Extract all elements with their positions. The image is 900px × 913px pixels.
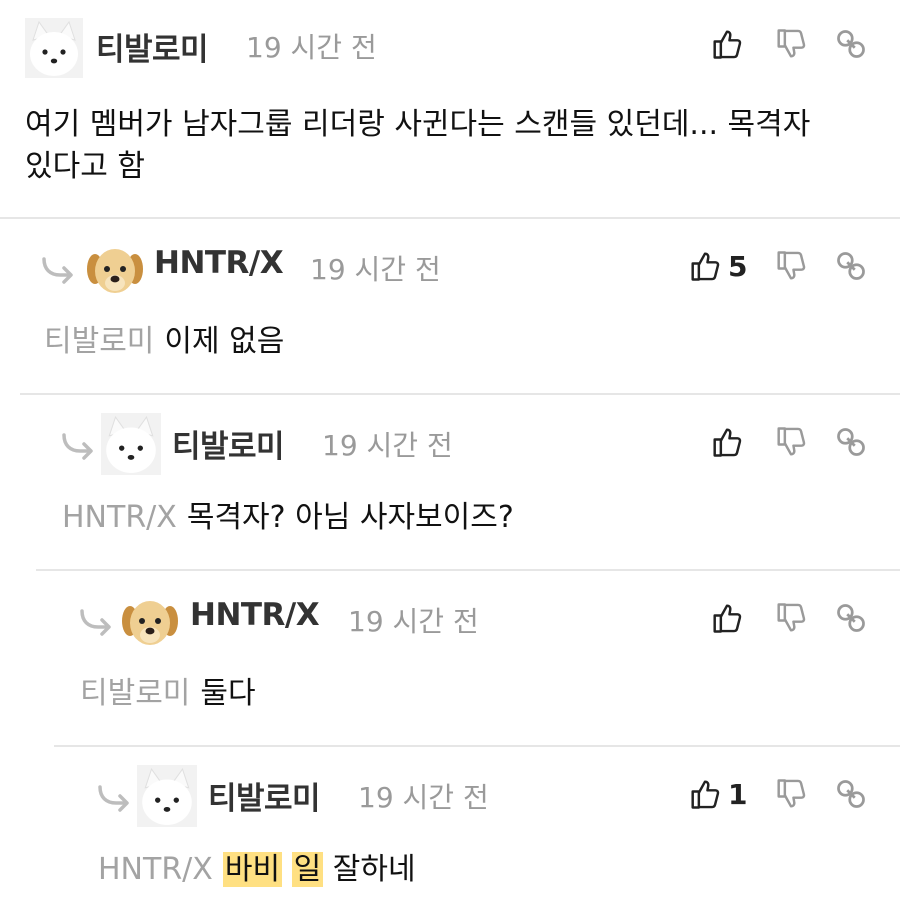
thumbs-down-icon	[777, 427, 806, 456]
comment-text: HNTR/X 바비 일 잘하네	[98, 852, 416, 887]
mention[interactable]: 티발로미	[44, 324, 154, 359]
fox-avatar[interactable]	[25, 18, 83, 78]
reply-arrow-icon	[98, 785, 129, 812]
link-icon	[837, 428, 865, 456]
timestamp: 19 시간 전	[358, 781, 489, 814]
username[interactable]: 티발로미	[96, 24, 209, 69]
comment-actions: 1	[690, 774, 885, 814]
comment-actions	[700, 422, 880, 462]
username[interactable]: HNTR/X	[190, 597, 320, 633]
thumbs-down-icon	[777, 603, 806, 632]
like-button[interactable]	[712, 422, 750, 462]
reply-arrow-icon	[80, 609, 111, 636]
link-button[interactable]	[836, 24, 866, 64]
comment-actions	[700, 24, 880, 64]
timestamp: 19 시간 전	[348, 605, 479, 638]
timestamp: 19 시간 전	[322, 429, 453, 462]
thumbs-up-icon	[713, 428, 742, 457]
username[interactable]: 티발로미	[172, 421, 285, 466]
reply-comment: 티발로미 19 시간 전 HNTR/X 목격자? 아님 사자보이즈?	[0, 395, 900, 569]
username[interactable]: HNTR/X	[154, 245, 284, 281]
link-icon	[837, 604, 865, 632]
mention[interactable]: 티발로미	[80, 676, 190, 711]
like-button[interactable]	[712, 24, 750, 64]
comment: 티발로미 19 시간 전 여기 멤버가 남자그룹 리더랑 사귄다는 스캔들 있던…	[0, 0, 900, 218]
link-button[interactable]	[836, 598, 866, 638]
like-button[interactable]: 5	[690, 246, 747, 286]
timestamp: 19 시간 전	[310, 253, 441, 286]
link-icon	[837, 30, 865, 58]
link-button[interactable]	[836, 246, 866, 286]
thumbs-down-icon	[777, 29, 806, 58]
highlighted-text: 일	[291, 852, 324, 887]
highlighted-text: 바비	[222, 852, 283, 887]
reply-arrow-icon	[62, 433, 93, 460]
thumbs-down-icon	[777, 779, 806, 808]
link-icon	[837, 780, 865, 808]
comment-actions: 5	[690, 246, 885, 286]
fox-avatar[interactable]	[100, 413, 162, 475]
thumbs-down-icon	[777, 251, 806, 280]
link-icon	[837, 252, 865, 280]
comment-text: 여기 멤버가 남자그룹 리더랑 사귄다는 스캔들 있던데... 목격자 있다고 …	[25, 107, 811, 184]
timestamp: 19 시간 전	[246, 31, 377, 64]
dislike-button[interactable]	[776, 598, 806, 638]
fox-avatar[interactable]	[136, 765, 198, 827]
reply-comment: HNTR/X 19 시간 전 5 티발로미 이제 없음	[0, 219, 900, 393]
like-button[interactable]: 1	[690, 774, 747, 814]
comment-text: 티발로미 둘다	[80, 676, 256, 711]
thumbs-up-icon	[713, 30, 742, 59]
dislike-button[interactable]	[776, 422, 806, 462]
dislike-button[interactable]	[776, 774, 806, 814]
dislike-button[interactable]	[776, 24, 806, 64]
link-button[interactable]	[836, 422, 866, 462]
thumbs-up-icon	[713, 604, 742, 633]
comment-text: HNTR/X 목격자? 아님 사자보이즈?	[62, 500, 514, 535]
username[interactable]: 티발로미	[208, 773, 321, 818]
puppy-avatar[interactable]	[120, 591, 180, 651]
like-count: 5	[728, 249, 748, 283]
reply-comment: HNTR/X 19 시간 전 티발로미 둘다	[0, 571, 900, 745]
thumbs-up-icon	[691, 252, 720, 281]
puppy-avatar[interactable]	[85, 239, 145, 299]
like-button[interactable]	[712, 598, 750, 638]
mention[interactable]: HNTR/X	[98, 852, 213, 887]
comment-actions	[700, 598, 880, 638]
thumbs-up-icon	[691, 780, 720, 809]
reply-arrow-icon	[42, 257, 73, 284]
comment-text: 티발로미 이제 없음	[44, 324, 285, 359]
link-button[interactable]	[836, 774, 866, 814]
reply-comment: 티발로미 19 시간 전 1 HNTR/X 바비 일 잘하네	[0, 747, 900, 913]
mention[interactable]: HNTR/X	[62, 500, 177, 535]
dislike-button[interactable]	[776, 246, 806, 286]
like-count: 1	[728, 777, 748, 811]
